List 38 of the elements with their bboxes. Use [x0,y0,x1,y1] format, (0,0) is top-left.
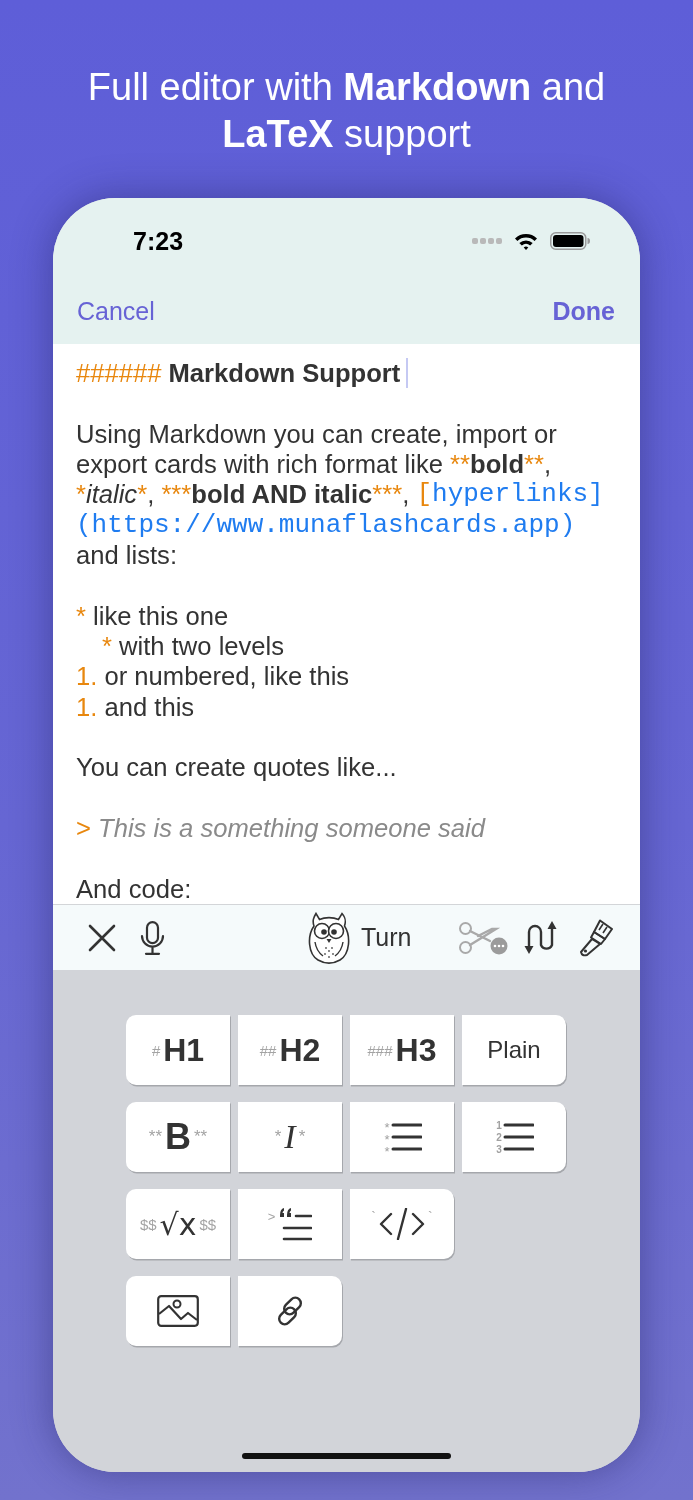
text-line: 1. and this [76,691,195,723]
text-line: Using Markdown you can create, import or [76,418,557,450]
bold-button[interactable]: **B** [126,1102,230,1172]
heading-button[interactable]: #H1 [126,1015,230,1085]
insert-link-button[interactable] [238,1276,342,1346]
insert-image-button[interactable] [126,1276,230,1346]
wifi-icon [514,232,538,250]
heading-button[interactable]: ###H3 [350,1015,454,1085]
text-line: * like this one [76,600,229,632]
text-line: *italic*, ***bold AND italic***, [hyperlinks] [76,479,604,510]
code-icon [379,1208,425,1240]
text-line: And code: [76,873,192,904]
plain-text-button[interactable]: Plain [462,1015,566,1085]
text-line: * with two levels [101,631,285,662]
text-line: > This is a something someone said [76,813,485,844]
text-line: and lists: [76,540,177,571]
done-button[interactable]: Done [552,296,615,326]
heading-button[interactable]: ##H2 [238,1015,342,1085]
paintbrush-icon[interactable] [579,918,614,957]
quote-icon [278,1207,313,1241]
image-icon [157,1295,199,1327]
turn-button[interactable]: Turn [305,911,412,964]
text-line: ###### Markdown Support [76,358,409,389]
swap-arrows-icon[interactable] [524,919,558,956]
text-line: (https://www.munaflashcards.app) [76,509,576,541]
text-line: You can create quotes like... [76,752,397,783]
battery-icon [550,232,590,250]
signal-icon [472,238,502,244]
cancel-button[interactable]: Cancel [77,296,155,326]
microphone-icon[interactable] [140,920,165,955]
headline: Full editor with Markdown and LaTeX support [86,65,607,157]
text-line: 1. or numbered, like this [76,661,350,692]
text-line: export cards with rich format like **bold**, [76,449,552,480]
math-formula-button[interactable]: $$√x$$ [126,1189,230,1259]
editor-field[interactable] [53,344,640,904]
close-icon[interactable] [88,923,116,952]
status-time: 7:23 [133,226,184,256]
italic-button[interactable]: *I* [238,1102,342,1172]
